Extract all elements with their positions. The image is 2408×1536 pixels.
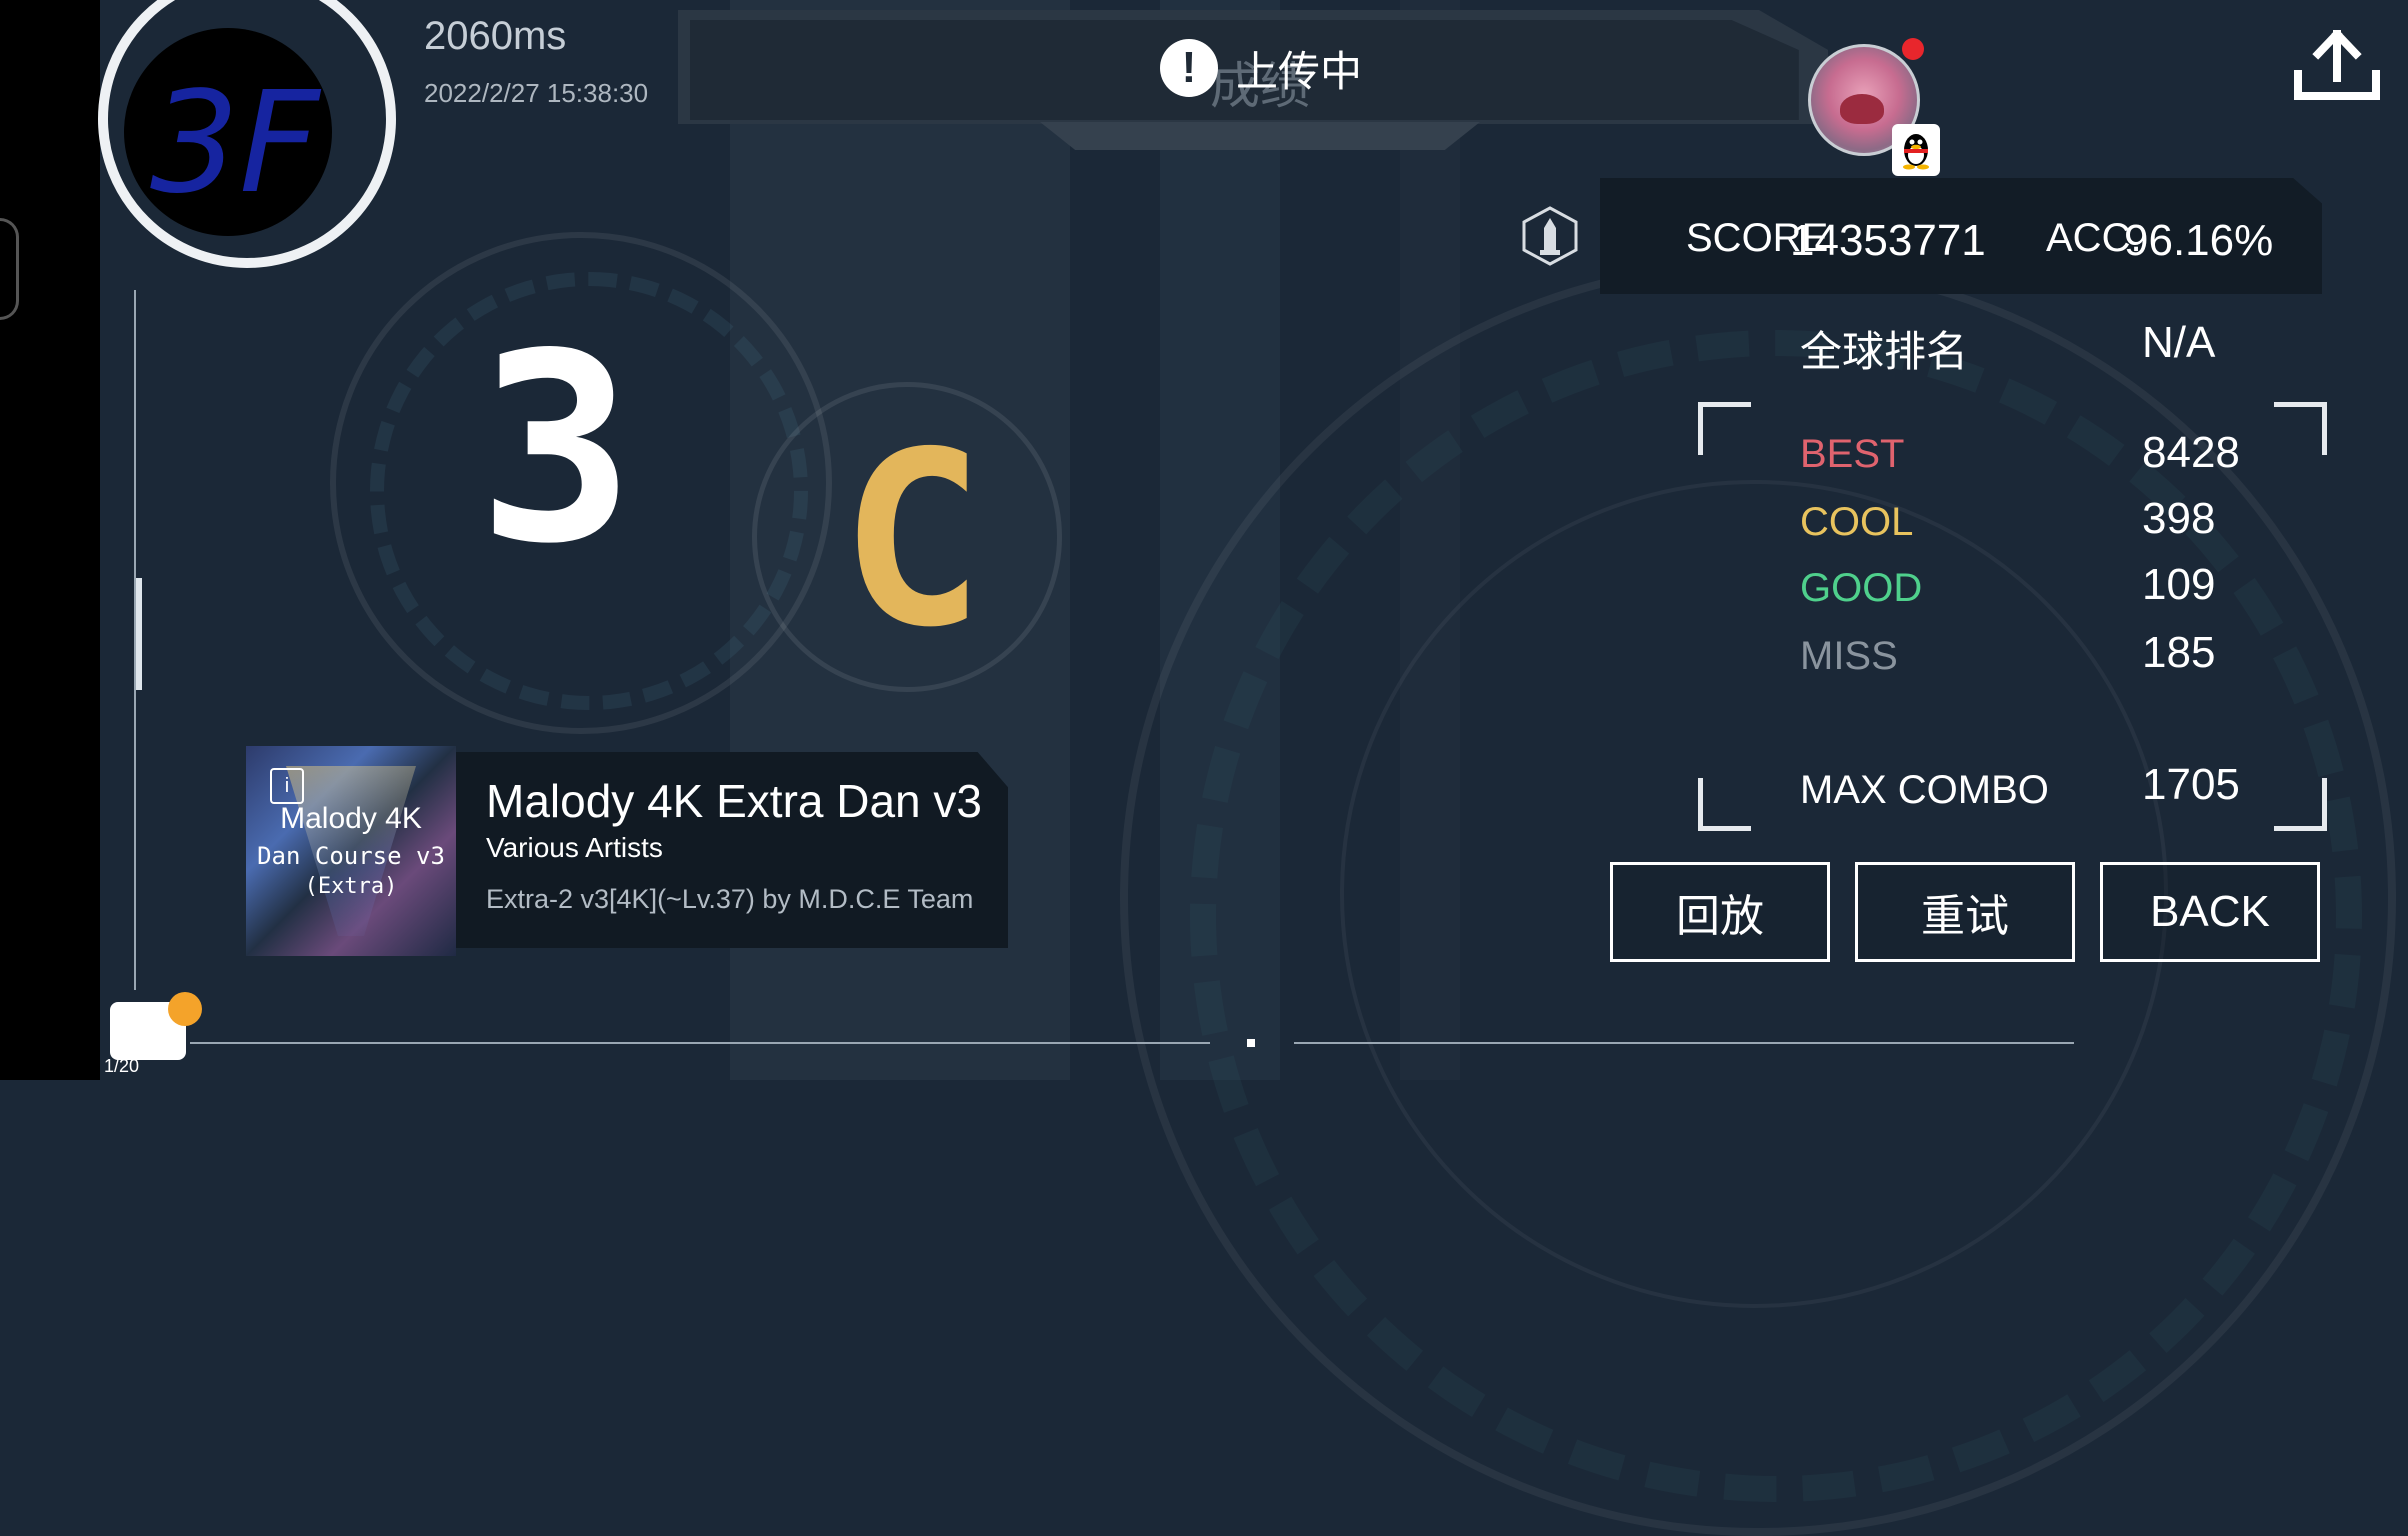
bracket-corner bbox=[2274, 402, 2327, 455]
judgement-value-best: 8428 bbox=[2142, 428, 2240, 477]
judgement-label-best: BEST bbox=[1800, 432, 1905, 476]
bracket-corner bbox=[2274, 778, 2327, 831]
cover-subtitle: Dan Course v3 bbox=[257, 842, 445, 870]
qq-penguin-icon bbox=[1892, 124, 1940, 176]
course-level: 3 bbox=[478, 299, 635, 601]
retry-button[interactable]: 重试 bbox=[1855, 862, 2075, 962]
badge-count: 1/20 bbox=[104, 1056, 140, 1076]
avatar-mouth bbox=[1840, 94, 1884, 124]
global-rank-label: 全球排名 bbox=[1800, 328, 1969, 375]
bracket-corner bbox=[1698, 402, 1751, 455]
notification-dot bbox=[168, 992, 202, 1026]
back-button[interactable]: BACK bbox=[2100, 862, 2320, 962]
notification-dot bbox=[1902, 38, 1924, 60]
frame-line bbox=[1294, 1042, 2074, 1044]
cover-extra: (Extra) bbox=[304, 874, 398, 899]
song-artist: Various Artists bbox=[486, 832, 663, 863]
title-banner-tab bbox=[1040, 122, 1480, 150]
accuracy-value: 96.16% bbox=[2124, 216, 2274, 265]
latency-text: 2060ms bbox=[424, 14, 567, 58]
cover-title: Malody 4K bbox=[280, 802, 422, 835]
judgement-label-good: GOOD bbox=[1800, 566, 1923, 610]
score-value: 14353771 bbox=[1790, 216, 1986, 265]
upload-toast: ! 上传中 bbox=[1160, 38, 1362, 98]
replay-button[interactable]: 回放 bbox=[1610, 862, 1830, 962]
system-left-bar bbox=[0, 0, 100, 1080]
datetime-text: 2022/2/27 15:38:30 bbox=[424, 78, 649, 108]
grade-letter: C bbox=[840, 400, 985, 680]
frame-line bbox=[190, 1042, 1210, 1044]
alert-icon: ! bbox=[1160, 39, 1218, 97]
judgement-label-cool: COOL bbox=[1800, 500, 1914, 544]
malody-icon: i bbox=[270, 768, 304, 804]
judgement-label-miss: MISS bbox=[1800, 634, 1898, 678]
frame-accent bbox=[136, 578, 142, 690]
global-rank-value: N/A bbox=[2142, 318, 2216, 367]
bracket-corner bbox=[1698, 778, 1751, 831]
song-title: Malody 4K Extra Dan v3 bbox=[486, 775, 983, 827]
upload-icon[interactable] bbox=[2292, 28, 2382, 102]
camera-notch bbox=[0, 218, 19, 320]
judgement-value-miss: 185 bbox=[2142, 628, 2216, 677]
toast-text: 上传中 bbox=[1236, 47, 1363, 95]
judgement-value-cool: 398 bbox=[2142, 494, 2216, 543]
logo-text: 3F bbox=[150, 62, 320, 225]
judgement-value-good: 109 bbox=[2142, 560, 2216, 609]
song-chart-info: Extra-2 v3[4K](~Lv.37) by M.D.C.E Team bbox=[486, 884, 974, 914]
page-indicator-dot bbox=[1247, 1039, 1255, 1047]
rank-badge-icon bbox=[1522, 206, 1578, 266]
song-cover: i Malody 4K Dan Course v3 (Extra) bbox=[246, 746, 456, 956]
max-combo-label: MAX COMBO bbox=[1800, 768, 2049, 812]
max-combo-value: 1705 bbox=[2142, 760, 2240, 809]
